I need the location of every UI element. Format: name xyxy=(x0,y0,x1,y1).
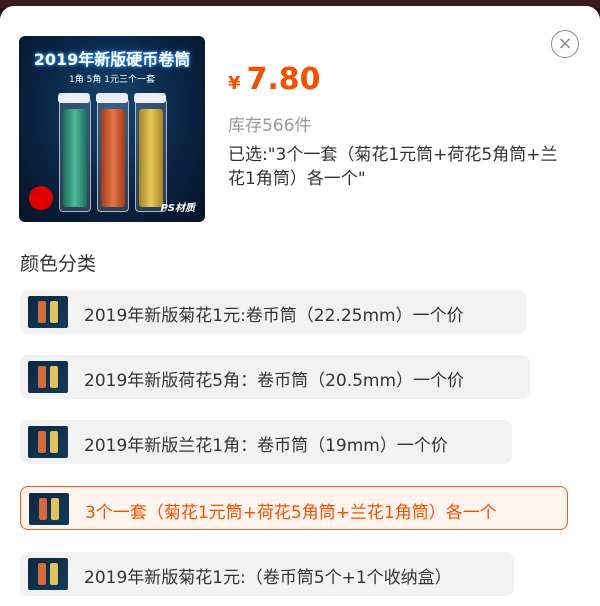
price-value: 7.80 xyxy=(246,62,321,97)
option-label: 2019年新版荷花5角：卷币筒（20.5mm）一个价 xyxy=(84,371,465,391)
product-image-subtitle: 1角 5角 1元三个一套 xyxy=(69,75,155,85)
option-thumbnail xyxy=(28,558,68,590)
coin-tube-1 xyxy=(58,93,91,212)
close-icon: × xyxy=(557,33,573,54)
option-thumbnail xyxy=(28,361,68,393)
product-image[interactable]: 2019年新版硬币卷筒 1角 5角 1元三个一套 PS材质 xyxy=(19,36,205,222)
stock-count: 库存566件 xyxy=(228,116,312,136)
option-chip-5[interactable]: 2019年新版菊花1元:（卷币筒5个+1个收纳盒） xyxy=(20,552,514,596)
coin-tube-2 xyxy=(96,93,129,212)
red-dot-icon xyxy=(29,186,53,210)
option-label: 2019年新版兰花1角：卷币筒（19mm）一个价 xyxy=(84,436,448,456)
product-image-title: 2019年新版硬币卷筒 xyxy=(33,50,191,69)
product-image-stamp: PS材质 xyxy=(160,203,195,214)
option-chip-3[interactable]: 2019年新版兰花1角：卷币筒（19mm）一个价 xyxy=(20,420,512,464)
price: ¥7.80 xyxy=(228,62,321,97)
option-label: 2019年新版菊花1元:卷币筒（22.25mm）一个价 xyxy=(84,306,464,326)
option-thumbnail xyxy=(28,426,68,458)
option-chip-2[interactable]: 2019年新版荷花5角：卷币筒（20.5mm）一个价 xyxy=(20,355,530,399)
coin-tube-3 xyxy=(134,93,167,212)
option-label: 3个一套（菊花1元筒+荷花5角筒+兰花1角筒）各一个 xyxy=(85,503,497,523)
option-thumbnail xyxy=(29,493,69,525)
selected-variant-text: 已选:"3个一套（菊花1元筒+荷花5角筒+兰花1角筒）各一个" xyxy=(228,145,558,189)
option-thumbnail xyxy=(28,296,68,328)
option-chip-1[interactable]: 2019年新版菊花1元:卷币筒（22.25mm）一个价 xyxy=(20,290,526,334)
option-chip-4-selected[interactable]: 3个一套（菊花1元筒+荷花5角筒+兰花1角筒）各一个 xyxy=(20,486,568,530)
price-currency-symbol: ¥ xyxy=(228,73,241,94)
close-button[interactable]: × xyxy=(551,30,579,58)
sku-selector-sheet: 2019年新版硬币卷筒 1角 5角 1元三个一套 PS材质 ¥7.80 库存56… xyxy=(0,6,600,606)
option-label: 2019年新版菊花1元:（卷币筒5个+1个收纳盒） xyxy=(84,568,452,588)
section-title-color-category: 颜色分类 xyxy=(20,253,97,275)
